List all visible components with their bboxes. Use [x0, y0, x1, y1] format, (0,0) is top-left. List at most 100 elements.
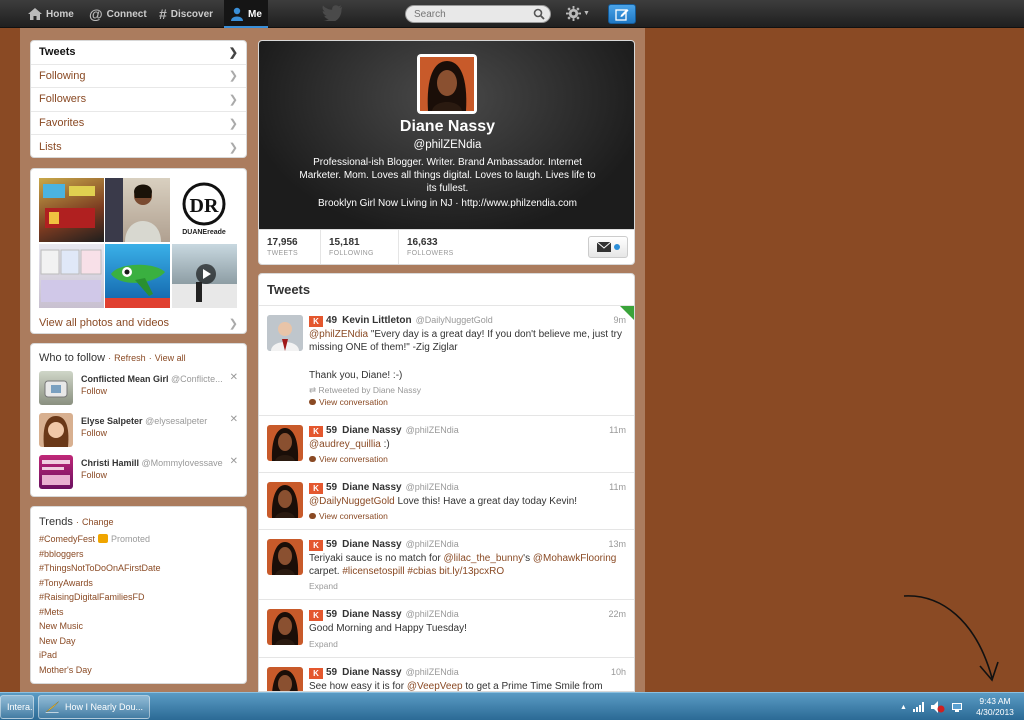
tweet-timestamp[interactable]: 13m	[608, 539, 626, 549]
taskbar-item-internet[interactable]: Intera...	[0, 695, 34, 719]
mention-link[interactable]: @DailyNuggetGold	[309, 496, 395, 507]
profile-nav-tweets[interactable]: Tweets ❯	[31, 41, 246, 65]
direct-message-button[interactable]	[588, 236, 628, 258]
tweet-author-name[interactable]: Diane Nassy	[342, 667, 401, 678]
tweet-author-handle[interactable]: @philZENdia	[406, 609, 459, 619]
show-hidden-icons-icon[interactable]: ▲	[900, 704, 907, 711]
view-conversation-link[interactable]: View conversation	[309, 454, 388, 464]
tweet-avatar[interactable]	[267, 609, 303, 645]
tweet-author-name[interactable]: Diane Nassy	[342, 539, 401, 550]
view-all-link[interactable]: View all	[155, 353, 186, 363]
tweet[interactable]: K 49 Kevin Littleton @DailyNuggetGold 9m @p…	[259, 306, 634, 416]
follow-link[interactable]: Follow	[81, 470, 107, 480]
avatar[interactable]	[39, 371, 73, 405]
tweet-author-name[interactable]: Kevin Littleton	[342, 315, 411, 326]
profile-nav-followers[interactable]: Followers ❯	[31, 88, 246, 112]
signal-strength-icon[interactable]	[912, 702, 925, 712]
video-thumbnail[interactable]	[172, 244, 237, 308]
trend-item[interactable]: Mother's Day	[39, 665, 92, 675]
tweet-author-name[interactable]: Diane Nassy	[342, 482, 401, 493]
trend-item[interactable]: iPad	[39, 650, 57, 660]
follow-link[interactable]: Follow	[81, 386, 107, 396]
tweet[interactable]: K 59 Diane Nassy @philZENdia 22m Good Morni…	[259, 600, 634, 658]
change-trends-link[interactable]: Change	[82, 517, 114, 527]
tweet-author-handle[interactable]: @DailyNuggetGold	[416, 315, 493, 325]
network-icon[interactable]	[951, 701, 963, 713]
search-input[interactable]	[414, 8, 524, 21]
photo-thumbnail[interactable]: DR DUANEreade	[172, 178, 237, 242]
tweet-author-handle[interactable]: @philZENdia	[406, 482, 459, 492]
tweet-author-handle[interactable]: @philZENdia	[406, 539, 459, 549]
tweet-timestamp[interactable]: 11m	[609, 425, 626, 435]
dismiss-close-icon[interactable]: ✕	[230, 372, 238, 383]
profile-nav-favorites[interactable]: Favorites ❯	[31, 112, 246, 136]
url-link[interactable]: bit.ly/13pcxRO	[439, 566, 504, 577]
nav-me[interactable]: Me	[224, 0, 268, 28]
tweet-author-name[interactable]: Diane Nassy	[342, 425, 401, 436]
nav-home[interactable]: Home	[28, 0, 74, 28]
photo-thumbnail[interactable]	[39, 244, 104, 308]
trend-item[interactable]: #ComedyFest Promoted	[39, 534, 150, 544]
dismiss-close-icon[interactable]: ✕	[230, 456, 238, 467]
nav-connect[interactable]: @ Connect	[89, 0, 147, 28]
avatar[interactable]	[39, 413, 73, 447]
tweet-author-name[interactable]: Diane Nassy	[342, 609, 401, 620]
compose-tweet-button[interactable]	[608, 4, 636, 24]
expand-link[interactable]: Expand	[309, 581, 338, 591]
photo-thumbnail[interactable]	[105, 178, 170, 242]
volume-muted-icon[interactable]	[930, 701, 945, 713]
nav-discover[interactable]: # Discover	[159, 0, 213, 28]
tweet-author-handle[interactable]: @philZENdia	[406, 667, 459, 677]
profile-nav-following[interactable]: Following ❯	[31, 65, 246, 89]
stat-following[interactable]: 15,181 FOLLOWING	[321, 230, 399, 264]
view-all-photos-link[interactable]: View all photos and videos	[39, 317, 169, 329]
tweet-avatar[interactable]	[267, 315, 303, 351]
mention-link[interactable]: @philZENdia	[309, 329, 368, 340]
taskbar-item-blog-post[interactable]: How I Nearly Dou...	[38, 695, 150, 719]
trend-item[interactable]: #TonyAwards	[39, 578, 93, 588]
tweet-timestamp[interactable]: 10h	[611, 667, 626, 677]
trend-item[interactable]: #Mets	[39, 607, 64, 617]
follow-link[interactable]: Follow	[81, 428, 107, 438]
stat-followers[interactable]: 16,633 FOLLOWERS	[399, 230, 479, 264]
refresh-link[interactable]: Refresh	[114, 353, 146, 363]
tweet-avatar[interactable]	[267, 667, 303, 691]
tweet-avatar[interactable]	[267, 539, 303, 575]
suggested-user-name[interactable]: Conflicted Mean Girl @Conflicte...	[81, 374, 223, 384]
trend-item[interactable]: #RaisingDigitalFamiliesFD	[39, 592, 145, 602]
mention-link[interactable]: @VeepVeep	[407, 681, 463, 691]
profile-url-link[interactable]: http://www.philzendia.com	[461, 198, 577, 209]
tweet-author-handle[interactable]: @philZENdia	[406, 425, 459, 435]
tweet[interactable]: K 59 Diane Nassy @philZENdia 11m @audrey_qu…	[259, 416, 634, 473]
trend-item[interactable]: #bbloggers	[39, 549, 84, 559]
mention-link[interactable]: @audrey_quillia	[309, 439, 381, 450]
trend-item[interactable]: #ThingsNotToDoOnAFirstDate	[39, 563, 161, 573]
tweet[interactable]: K 59 Diane Nassy @philZENdia 13m Teriyaki s…	[259, 530, 634, 600]
trend-item[interactable]: New Music	[39, 621, 83, 631]
stat-tweets[interactable]: 17,956 TWEETS	[259, 230, 321, 264]
photo-thumbnail[interactable]	[39, 178, 104, 242]
search-icon[interactable]	[533, 8, 545, 20]
avatar[interactable]	[39, 455, 73, 489]
tweet[interactable]: K 59 Diane Nassy @philZENdia 11m @DailyNugg…	[259, 473, 634, 530]
view-conversation-link[interactable]: View conversation	[309, 397, 388, 407]
tweet-timestamp[interactable]: 11m	[609, 482, 626, 492]
hashtag-link[interactable]: #licensetospill	[342, 566, 404, 577]
suggested-user-name[interactable]: Christi Hamill @Mommylovessave	[81, 458, 223, 468]
trend-item[interactable]: New Day	[39, 636, 76, 646]
view-conversation-link[interactable]: View conversation	[309, 511, 388, 521]
system-clock[interactable]: 9:43 AM 4/30/2013	[970, 696, 1020, 718]
tweet[interactable]: K 59 Diane Nassy @philZENdia 10h See how ea…	[259, 658, 634, 691]
mention-link[interactable]: @MohawkFlooring	[533, 553, 617, 564]
profile-avatar[interactable]	[417, 54, 477, 114]
settings-menu[interactable]: ▼	[566, 6, 590, 21]
tweet-avatar[interactable]	[267, 425, 303, 461]
photo-thumbnail[interactable]	[105, 244, 170, 308]
hashtag-link[interactable]: #cbias	[407, 566, 436, 577]
tweet-timestamp[interactable]: 22m	[608, 609, 626, 619]
suggested-user-name[interactable]: Elyse Salpeter @elysesalpeter	[81, 416, 207, 426]
profile-nav-lists[interactable]: Lists ❯	[31, 135, 246, 157]
tweet-avatar[interactable]	[267, 482, 303, 518]
tweet-timestamp[interactable]: 9m	[613, 315, 626, 325]
mention-link[interactable]: @lilac_the_bunny	[444, 553, 524, 564]
